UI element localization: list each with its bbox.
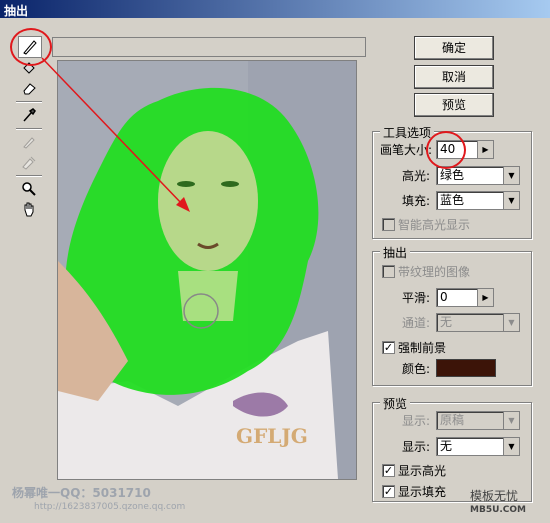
watermark-left-text: 杨幂唯一QQ：5031710 xyxy=(12,486,151,500)
watermark-left-url: http://1623837005.qzone.qq.com xyxy=(34,502,186,512)
watermark-right-url: MB5U.COM xyxy=(470,505,527,515)
annotation-arrow xyxy=(41,57,190,212)
watermark-right-text: 模板无忧 xyxy=(470,489,519,503)
